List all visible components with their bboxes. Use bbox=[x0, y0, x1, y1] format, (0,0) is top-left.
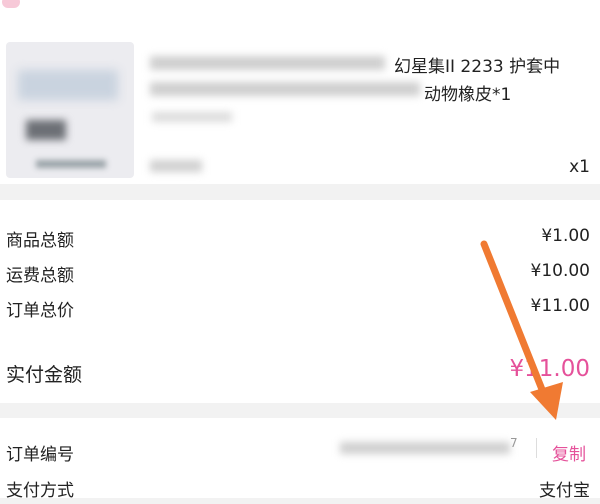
redacted-spec-text bbox=[152, 112, 232, 122]
paid-amount-value: ¥11.00 bbox=[509, 356, 590, 382]
amount-label: 运费总额 bbox=[6, 266, 74, 286]
payment-method-label: 支付方式 bbox=[6, 481, 74, 501]
product-quantity: x1 bbox=[569, 157, 590, 177]
amount-summary-card: 商品总额 ¥1.00 运费总额 ¥10.00 订单总价 ¥11.00 实付金额 … bbox=[0, 200, 600, 403]
amount-value: ¥1.00 bbox=[541, 226, 590, 246]
amount-row-order-total: 订单总价 ¥11.00 bbox=[6, 296, 590, 324]
payment-method-value: 支付宝 bbox=[539, 481, 590, 501]
top-indicator-dot bbox=[2, 0, 20, 8]
thumbnail-blur-area bbox=[26, 120, 66, 140]
product-title-line1: 幻星集II 2233 护套中 bbox=[394, 57, 561, 77]
payment-method-row: 支付方式 支付宝 bbox=[6, 476, 590, 504]
product-card[interactable]: 幻星集II 2233 护套中 动物橡皮*1 x1 bbox=[0, 12, 600, 184]
order-number-label: 订单编号 bbox=[6, 445, 74, 465]
amount-label: 商品总额 bbox=[6, 231, 74, 251]
copy-order-number-button[interactable]: 复制 bbox=[552, 440, 586, 465]
product-title-line2: 动物橡皮*1 bbox=[424, 85, 512, 105]
amount-label: 订单总价 bbox=[6, 301, 74, 321]
thumbnail-blur-area bbox=[36, 160, 106, 168]
paid-amount-label: 实付金额 bbox=[6, 364, 83, 386]
redacted-unit-price bbox=[150, 160, 202, 172]
redacted-title-text bbox=[150, 56, 385, 70]
redacted-order-number bbox=[340, 442, 510, 454]
redacted-title-text bbox=[150, 82, 420, 96]
order-number-tail: 7 bbox=[510, 436, 518, 450]
amount-row-shipping-total: 运费总额 ¥10.00 bbox=[6, 261, 590, 289]
top-strip bbox=[0, 0, 600, 12]
order-info-card: 订单编号 7 复制 支付方式 支付宝 bbox=[0, 418, 600, 501]
amount-value: ¥10.00 bbox=[530, 261, 590, 281]
amount-row-paid: 实付金额 ¥11.00 bbox=[6, 356, 590, 388]
amount-value: ¥11.00 bbox=[530, 296, 590, 316]
amount-row-goods-total: 商品总额 ¥1.00 bbox=[6, 226, 590, 254]
product-thumbnail[interactable] bbox=[6, 42, 134, 178]
thumbnail-blur-area bbox=[18, 70, 118, 100]
divider bbox=[536, 438, 537, 458]
